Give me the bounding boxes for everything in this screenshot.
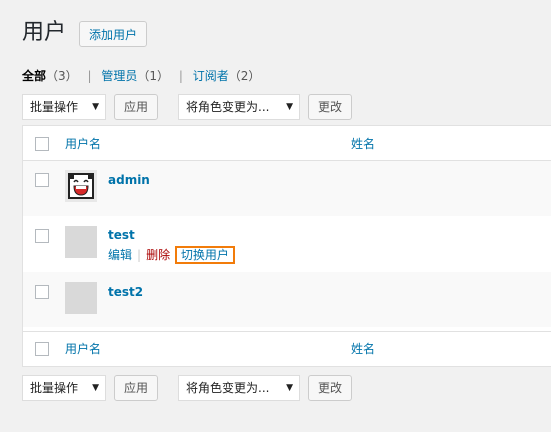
- view-separator: |: [87, 69, 92, 83]
- bulk-action-select-top[interactable]: 批量操作 ▼: [22, 94, 106, 120]
- view-separator: |: [178, 69, 183, 83]
- change-role-value: 将角色变更为...: [186, 381, 270, 395]
- view-filter-links: 全部（3） | 管理员（1） | 订阅者（2）: [22, 67, 260, 85]
- username-link[interactable]: test2: [108, 284, 143, 300]
- apply-button-bottom[interactable]: 应用: [114, 375, 159, 401]
- dropdown-arrow-icon: ▼: [92, 102, 99, 112]
- change-role-value: 将角色变更为...: [186, 100, 270, 114]
- change-button-top[interactable]: 更改: [308, 94, 353, 120]
- select-all-checkbox-top[interactable]: [35, 137, 49, 151]
- bulk-action-value: 批量操作: [30, 381, 79, 395]
- action-separator: |: [137, 248, 142, 262]
- change-role-select-bottom[interactable]: 将角色变更为... ▼: [178, 375, 300, 401]
- admin-avatar-icon: [65, 170, 97, 202]
- edit-user-link[interactable]: 编辑: [108, 248, 132, 262]
- select-all-checkbox-bottom[interactable]: [35, 342, 49, 356]
- username-link[interactable]: admin: [108, 172, 150, 188]
- view-administrator-link[interactable]: 管理员: [101, 69, 137, 83]
- row-checkbox[interactable]: [35, 229, 49, 243]
- apply-button-top[interactable]: 应用: [114, 94, 159, 120]
- row-actions: 编辑 | 删除 切换用户: [108, 246, 235, 264]
- footer-divider: [23, 331, 551, 332]
- view-administrator-count: （1）: [137, 69, 170, 83]
- view-all-count: （3）: [46, 69, 78, 83]
- avatar: [65, 170, 97, 202]
- avatar: [65, 282, 97, 314]
- dropdown-arrow-icon: ▼: [286, 102, 293, 112]
- bulk-action-value: 批量操作: [30, 100, 79, 114]
- add-user-button[interactable]: 添加用户: [79, 21, 148, 47]
- change-role-select-top[interactable]: 将角色变更为... ▼: [178, 94, 300, 120]
- column-footer-name[interactable]: 姓名: [351, 341, 375, 357]
- page-title: 用户: [22, 20, 67, 45]
- username-link[interactable]: test: [108, 227, 135, 243]
- view-subscriber-count: （2）: [228, 69, 261, 83]
- bulk-action-select-bottom[interactable]: 批量操作 ▼: [22, 375, 106, 401]
- dropdown-arrow-icon: ▼: [92, 383, 99, 393]
- column-header-username[interactable]: 用户名: [65, 136, 101, 152]
- row-checkbox[interactable]: [35, 173, 49, 187]
- row-checkbox[interactable]: [35, 285, 49, 299]
- switch-user-link[interactable]: 切换用户: [174, 246, 235, 264]
- table-row: [23, 272, 551, 327]
- change-button-bottom[interactable]: 更改: [308, 375, 353, 401]
- delete-user-link[interactable]: 删除: [146, 248, 170, 262]
- column-footer-username[interactable]: 用户名: [65, 341, 101, 357]
- users-table: 用户名 姓名 admin test 编辑 | 删除 切换用户 test2 用户名 姓…: [22, 125, 551, 367]
- avatar: [65, 226, 97, 258]
- table-row: [23, 161, 551, 216]
- column-header-name[interactable]: 姓名: [351, 136, 375, 152]
- view-subscriber-link[interactable]: 订阅者: [193, 69, 229, 83]
- dropdown-arrow-icon: ▼: [286, 383, 293, 393]
- view-all-link[interactable]: 全部: [22, 69, 46, 83]
